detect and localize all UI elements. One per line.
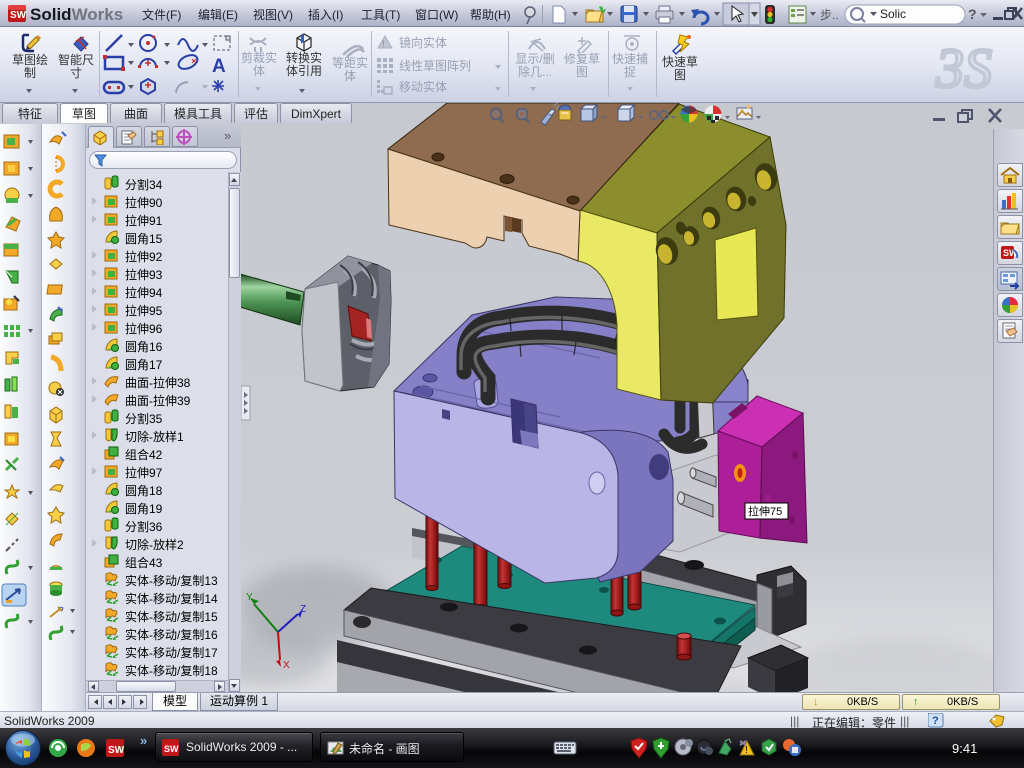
svg-text:Y: Y: [246, 592, 253, 603]
svg-text:X: X: [283, 660, 290, 671]
svg-text:步..: 步..: [820, 8, 839, 22]
svg-text:Z: Z: [300, 604, 306, 615]
svg-text:?: ?: [968, 6, 977, 22]
svg-text:!: !: [745, 745, 748, 756]
svg-text:拉伸75: 拉伸75: [748, 504, 782, 518]
svg-text:A: A: [212, 56, 226, 77]
svg-text:SW: SW: [164, 744, 179, 754]
svg-text:SW: SW: [108, 745, 125, 756]
svg-text:SW: SW: [10, 10, 27, 21]
svg-text:?: ?: [932, 715, 939, 727]
svg-text:!: !: [382, 39, 385, 49]
svg-text:SolidWorks: SolidWorks: [30, 5, 123, 24]
svg-text:3S: 3S: [935, 38, 992, 100]
svg-text:Solic: Solic: [880, 7, 906, 21]
